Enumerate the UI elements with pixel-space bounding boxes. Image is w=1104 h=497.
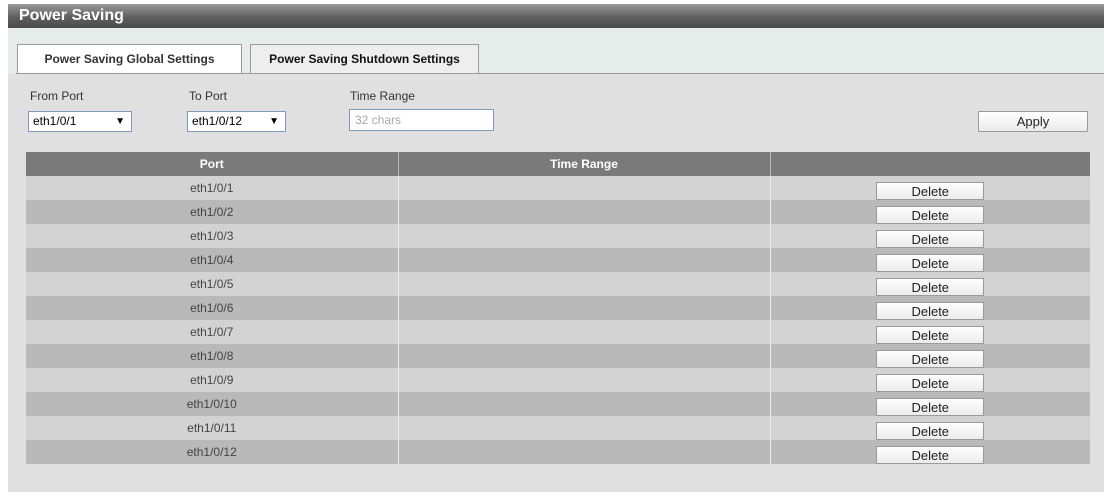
time-range-cell: [398, 176, 771, 200]
triangle-down-icon: ▼: [115, 116, 125, 127]
action-cell: Delete: [770, 440, 1090, 464]
port-cell: eth1/0/6: [26, 296, 399, 320]
to-port-select[interactable]: eth1/0/12 ▼: [187, 111, 286, 132]
action-cell: Delete: [770, 296, 1090, 320]
port-cell: eth1/0/10: [26, 392, 399, 416]
triangle-down-icon: ▼: [269, 116, 279, 127]
delete-button[interactable]: Delete: [876, 326, 985, 344]
port-column-header: Port: [26, 152, 399, 176]
table-row: eth1/0/8 Delete: [26, 344, 1090, 368]
action-cell: Delete: [770, 320, 1090, 344]
delete-button[interactable]: Delete: [876, 182, 985, 200]
time-range-cell: [398, 248, 771, 272]
time-range-cell: [398, 224, 771, 248]
delete-button[interactable]: Delete: [876, 446, 985, 464]
to-port-label: To Port: [189, 89, 228, 103]
delete-button[interactable]: Delete: [876, 254, 985, 272]
port-cell: eth1/0/8: [26, 344, 399, 368]
tab-divider: [16, 73, 1104, 74]
port-cell: eth1/0/11: [26, 416, 399, 440]
time-range-column-header: Time Range: [398, 152, 771, 176]
time-range-input[interactable]: 32 chars: [349, 109, 494, 131]
delete-button[interactable]: Delete: [876, 374, 985, 392]
action-cell: Delete: [770, 224, 1090, 248]
time-range-cell: [398, 200, 771, 224]
delete-button[interactable]: Delete: [876, 302, 985, 320]
action-cell: Delete: [770, 200, 1090, 224]
tab-power-saving-global-settings[interactable]: Power Saving Global Settings: [17, 44, 242, 73]
delete-button[interactable]: Delete: [876, 230, 985, 248]
page-title: Power Saving: [8, 4, 1104, 28]
delete-button[interactable]: Delete: [876, 278, 985, 296]
table-header-row: Port Time Range: [26, 152, 1090, 176]
delete-button[interactable]: Delete: [876, 350, 985, 368]
delete-button[interactable]: Delete: [876, 422, 985, 440]
delete-button[interactable]: Delete: [876, 398, 985, 416]
apply-button[interactable]: Apply: [978, 111, 1088, 132]
time-range-cell: [398, 320, 771, 344]
action-cell: Delete: [770, 344, 1090, 368]
table-row: eth1/0/2 Delete: [26, 200, 1090, 224]
port-cell: eth1/0/1: [26, 176, 399, 200]
delete-button[interactable]: Delete: [876, 206, 985, 224]
from-port-value: eth1/0/1: [33, 114, 77, 128]
table-row: eth1/0/7 Delete: [26, 320, 1090, 344]
port-cell: eth1/0/2: [26, 200, 399, 224]
table-row: eth1/0/10 Delete: [26, 392, 1090, 416]
action-cell: Delete: [770, 272, 1090, 296]
tab-power-saving-shutdown-settings[interactable]: Power Saving Shutdown Settings: [250, 44, 479, 74]
table-row: eth1/0/4 Delete: [26, 248, 1090, 272]
table-row: eth1/0/11 Delete: [26, 416, 1090, 440]
table-row: eth1/0/12 Delete: [26, 440, 1090, 464]
time-range-cell: [398, 296, 771, 320]
port-cell: eth1/0/9: [26, 368, 399, 392]
tab-strip: Power Saving Global Settings Power Savin…: [8, 28, 1104, 74]
to-port-value: eth1/0/12: [192, 114, 243, 128]
port-cell: eth1/0/4: [26, 248, 399, 272]
from-port-label: From Port: [30, 89, 84, 103]
table-row: eth1/0/9 Delete: [26, 368, 1090, 392]
port-cell: eth1/0/12: [26, 440, 399, 464]
action-cell: Delete: [770, 368, 1090, 392]
action-column-header: [770, 152, 1090, 176]
table-row: eth1/0/5 Delete: [26, 272, 1090, 296]
time-range-cell: [398, 272, 771, 296]
table-row: eth1/0/3 Delete: [26, 224, 1090, 248]
shutdown-settings-table: Port Time Range eth1/0/1 Delete eth1/0/2 De…: [26, 152, 1090, 464]
time-range-cell: [398, 416, 771, 440]
content-panel: Power Saving Global Settings Power Savin…: [8, 28, 1104, 492]
time-range-cell: [398, 368, 771, 392]
from-port-select[interactable]: eth1/0/1 ▼: [28, 111, 132, 132]
table-row: eth1/0/1 Delete: [26, 176, 1090, 200]
port-cell: eth1/0/5: [26, 272, 399, 296]
action-cell: Delete: [770, 416, 1090, 440]
time-range-cell: [398, 392, 771, 416]
action-cell: Delete: [770, 392, 1090, 416]
port-cell: eth1/0/3: [26, 224, 399, 248]
time-range-cell: [398, 344, 771, 368]
action-cell: Delete: [770, 176, 1090, 200]
table-row: eth1/0/6 Delete: [26, 296, 1090, 320]
time-range-label: Time Range: [350, 89, 415, 103]
time-range-cell: [398, 440, 771, 464]
port-cell: eth1/0/7: [26, 320, 399, 344]
action-cell: Delete: [770, 248, 1090, 272]
